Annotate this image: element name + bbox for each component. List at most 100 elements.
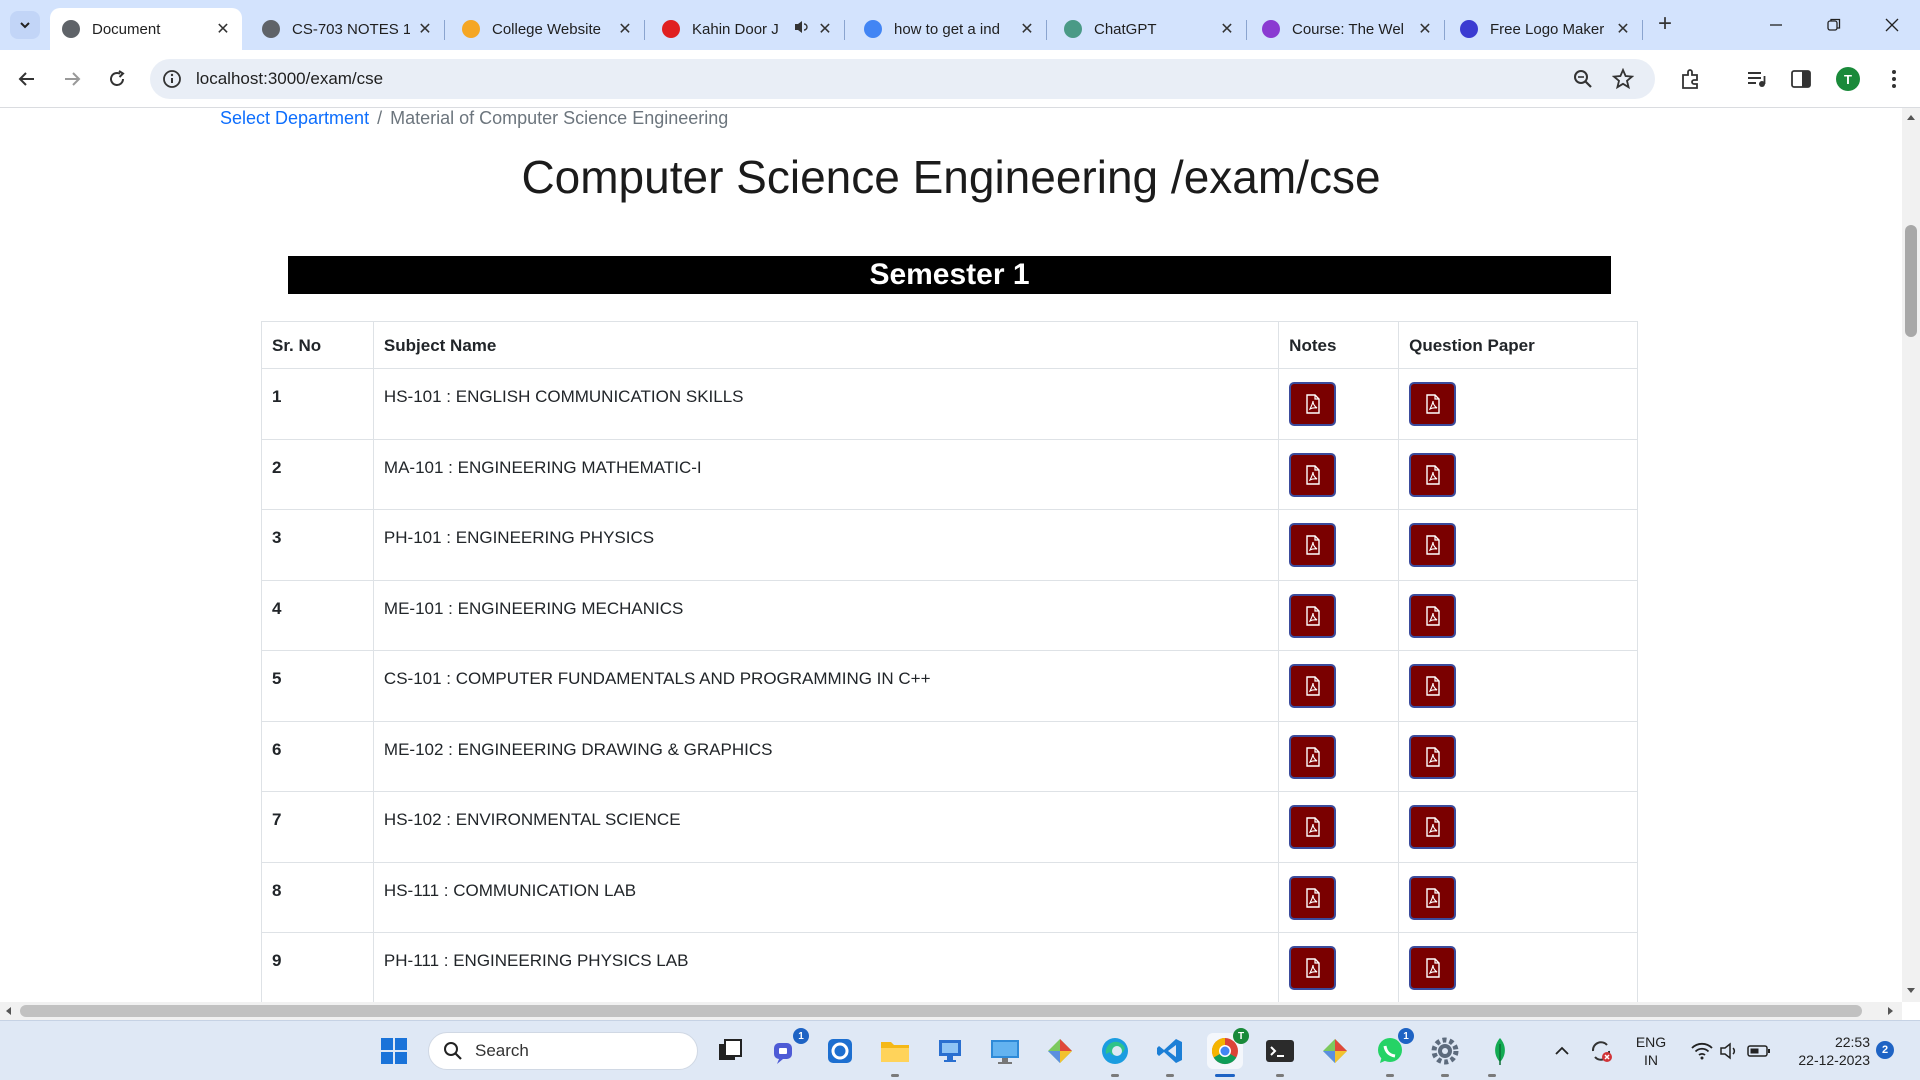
profile-avatar[interactable]: T xyxy=(1836,67,1860,91)
scroll-down-arrow-icon[interactable] xyxy=(1907,988,1915,993)
close-tab-icon[interactable]: ✕ xyxy=(1218,19,1236,39)
display-app-button[interactable] xyxy=(987,1033,1023,1069)
question-paper-pdf-button[interactable] xyxy=(1409,452,1457,497)
extensions-button[interactable] xyxy=(1678,66,1704,92)
terminal-button[interactable] xyxy=(1262,1033,1298,1077)
close-window-button[interactable] xyxy=(1872,10,1912,40)
breadcrumb-separator: / xyxy=(377,108,383,128)
close-tab-icon[interactable]: ✕ xyxy=(214,19,232,39)
browser-menu-button[interactable] xyxy=(1881,66,1907,92)
notes-pdf-button[interactable] xyxy=(1289,805,1337,849)
chrome-profile-badge: T xyxy=(1233,1028,1249,1044)
mongodb-compass-button[interactable] xyxy=(1482,1033,1518,1077)
chatgpt-icon: chatgpt-icon xyxy=(1064,20,1082,38)
browser-tab[interactable]: chatgpt-icon ChatGPT ✕ xyxy=(1052,8,1247,50)
notes-pdf-button[interactable] xyxy=(1289,523,1337,567)
scroll-left-arrow-icon[interactable] xyxy=(6,1007,11,1015)
sync-status-button[interactable] xyxy=(1586,1033,1616,1069)
network-volume-battery-button[interactable] xyxy=(1686,1033,1776,1069)
cortana-app-button[interactable] xyxy=(822,1033,858,1069)
close-tab-icon[interactable]: ✕ xyxy=(416,19,434,39)
taskbar-search-box[interactable]: Search xyxy=(428,1032,698,1070)
site-info-icon[interactable] xyxy=(162,69,182,89)
language-indicator[interactable]: ENG IN xyxy=(1634,1033,1668,1069)
question-paper-pdf-button[interactable] xyxy=(1409,805,1457,849)
notes-pdf-button[interactable] xyxy=(1289,946,1337,990)
vertical-scroll-thumb[interactable] xyxy=(1905,225,1917,337)
vertical-scrollbar[interactable] xyxy=(1902,108,1920,1002)
git-app-2-button[interactable] xyxy=(1317,1033,1353,1069)
question-paper-pdf-button[interactable] xyxy=(1409,382,1457,426)
zoom-icon[interactable] xyxy=(1572,68,1594,90)
settings-button[interactable] xyxy=(1427,1033,1463,1077)
reload-button[interactable] xyxy=(102,64,132,94)
question-paper-cell xyxy=(1398,650,1638,722)
subject-name-cell: PH-111 : ENGINEERING PHYSICS LAB xyxy=(372,932,1280,1002)
show-hidden-icons-button[interactable] xyxy=(1550,1033,1574,1069)
question-paper-pdf-button[interactable] xyxy=(1409,875,1457,920)
meet-app-button[interactable]: 1 xyxy=(767,1028,809,1069)
media-control-button[interactable] xyxy=(1744,66,1770,92)
speaker-icon[interactable] xyxy=(794,20,810,38)
notes-pdf-button[interactable] xyxy=(1289,875,1337,920)
semester-heading: Semester 1 xyxy=(288,256,1611,294)
notes-pdf-button[interactable] xyxy=(1289,664,1337,708)
remote-desktop-button[interactable] xyxy=(932,1033,968,1069)
new-tab-button[interactable]: + xyxy=(1652,12,1678,38)
notes-pdf-button[interactable] xyxy=(1289,734,1337,779)
browser-tab[interactable]: google-icon how to get a ind ✕ xyxy=(852,8,1047,50)
notes-pdf-button[interactable] xyxy=(1289,382,1337,426)
forward-button[interactable] xyxy=(57,64,87,94)
browser-tab[interactable]: logo-maker-icon Free Logo Maker ✕ xyxy=(1448,8,1643,50)
browser-tab[interactable]: globe-icon CS-703 NOTES 1 ✕ xyxy=(250,8,445,50)
horizontal-scroll-thumb[interactable] xyxy=(20,1005,1862,1017)
gear-icon xyxy=(1431,1037,1459,1065)
whatsapp-button[interactable]: 1 xyxy=(1372,1028,1414,1077)
question-paper-pdf-button[interactable] xyxy=(1409,734,1457,779)
browser-tab[interactable]: youtube-icon Kahin Door J ✕ xyxy=(650,8,845,50)
start-button[interactable] xyxy=(376,1033,412,1069)
close-tab-icon[interactable]: ✕ xyxy=(1018,19,1036,39)
browser-tab[interactable]: course-icon Course: The Wel ✕ xyxy=(1250,8,1445,50)
horizontal-scrollbar[interactable] xyxy=(0,1002,1902,1020)
restore-button[interactable] xyxy=(1814,10,1854,40)
vscode-icon xyxy=(1157,1039,1182,1063)
file-explorer-button[interactable] xyxy=(877,1033,913,1077)
breadcrumb-link-select-department[interactable]: Select Department xyxy=(220,108,369,128)
chrome-browser-button[interactable]: T xyxy=(1207,1028,1249,1077)
notification-count-badge[interactable]: 2 xyxy=(1876,1041,1894,1059)
git-app-button[interactable] xyxy=(1042,1033,1078,1069)
whatsapp-badge: 1 xyxy=(1398,1028,1414,1044)
vscode-button[interactable] xyxy=(1152,1033,1188,1077)
clock[interactable]: 22:53 22-12-2023 xyxy=(1780,1033,1870,1069)
question-paper-pdf-button[interactable] xyxy=(1409,593,1457,638)
running-indicator xyxy=(891,1074,899,1077)
browser-tab[interactable]: globe-icon Document ✕ xyxy=(50,8,242,50)
close-tab-icon[interactable]: ✕ xyxy=(616,19,634,39)
close-tab-icon[interactable]: ✕ xyxy=(816,19,834,39)
side-panel-button[interactable] xyxy=(1788,66,1814,92)
minimize-button[interactable] xyxy=(1756,10,1796,40)
question-paper-cell xyxy=(1398,509,1638,581)
browser-tab[interactable]: firebase-icon College Website ✕ xyxy=(450,8,645,50)
question-paper-pdf-button[interactable] xyxy=(1409,523,1457,567)
notes-pdf-button[interactable] xyxy=(1289,593,1337,638)
close-tab-icon[interactable]: ✕ xyxy=(1614,19,1632,39)
notes-pdf-button[interactable] xyxy=(1289,452,1337,497)
question-paper-pdf-button[interactable] xyxy=(1409,946,1457,990)
back-button[interactable] xyxy=(12,64,42,94)
question-paper-pdf-button[interactable] xyxy=(1409,664,1457,708)
task-view-button[interactable] xyxy=(712,1033,748,1069)
edge-browser-button[interactable] xyxy=(1097,1033,1133,1077)
table-row: 3 PH-101 : ENGINEERING PHYSICS xyxy=(261,509,1638,581)
address-bar[interactable]: localhost:3000/exam/cse xyxy=(150,59,1655,99)
tab-separator xyxy=(644,20,645,40)
pdf-file-icon xyxy=(1305,746,1320,767)
scroll-right-arrow-icon[interactable] xyxy=(1888,1007,1893,1015)
scroll-up-arrow-icon[interactable] xyxy=(1907,115,1915,120)
header-subject-name: Subject Name xyxy=(372,321,1280,369)
bookmark-star-icon[interactable] xyxy=(1612,68,1634,90)
tab-search-button[interactable] xyxy=(10,11,40,39)
close-tab-icon[interactable]: ✕ xyxy=(1416,19,1434,39)
url-text[interactable]: localhost:3000/exam/cse xyxy=(196,69,383,89)
